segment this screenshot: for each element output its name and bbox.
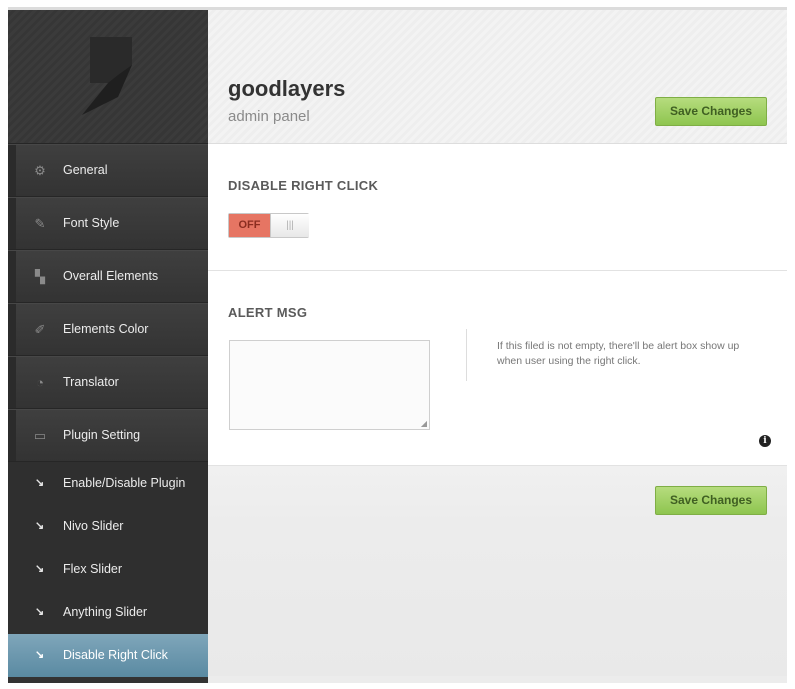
sidebar-item-general[interactable]: ⚙ General [8, 144, 208, 197]
gear-icon: ⚙ [34, 163, 46, 178]
admin-frame: ⚙ General ✎ Font Style ▚ Overall Elements ✐ Ele… [8, 7, 787, 683]
toggle-knob[interactable]: ||| [270, 214, 309, 237]
sidebar-subitem-nivo-slider[interactable]: ↘ Nivo Slider [8, 505, 208, 548]
nav-list: ⚙ General ✎ Font Style ▚ Overall Elements ✐ Ele… [8, 144, 208, 462]
section-title: DISABLE RIGHT CLICK [228, 178, 379, 193]
monitor-icon: ▭ [33, 428, 47, 443]
sidebar-item-overall-elements[interactable]: ▚ Overall Elements [8, 250, 208, 303]
alert-msg-hint: If this filed is not empty, there'll be … [497, 340, 740, 367]
sidebar-item-label: Translator [63, 375, 119, 389]
info-icon[interactable]: i [759, 435, 771, 447]
sidebar-subitem-enable-disable-plugin[interactable]: ↘ Enable/Disable Plugin [8, 462, 208, 505]
goodlayers-logo-icon [82, 37, 132, 115]
logo-area [8, 10, 208, 144]
sidebar-item-font-style[interactable]: ✎ Font Style [8, 197, 208, 250]
alert-msg-section: ALERT MSG ◢ If this filed is not empty, … [208, 271, 787, 466]
sidebar-subitem-disable-right-click[interactable]: ↘ Disable Right Click [8, 634, 208, 677]
save-button-top[interactable]: Save Changes [655, 97, 767, 126]
sidebar-item-label: Plugin Setting [63, 428, 141, 442]
alert-msg-textarea[interactable]: ◢ [229, 340, 430, 430]
disable-right-click-toggle[interactable]: OFF ||| [228, 213, 309, 238]
disable-right-click-section: DISABLE RIGHT CLICK OFF ||| [208, 144, 787, 271]
sidebar-subitem-label: Anything Slider [63, 605, 148, 619]
arrow-down-right-icon: ↘ [35, 563, 45, 575]
arrow-down-right-icon: ↘ [35, 520, 45, 532]
sidebar-item-label: Font Style [63, 216, 120, 230]
sidebar-subitem-label: Disable Right Click [63, 648, 168, 662]
footer: Save Changes [208, 466, 787, 676]
pencil-icon: ✎ [34, 216, 46, 231]
sidebar-subitem-label: Flex Slider [63, 562, 123, 576]
toggle-off-label: OFF [229, 214, 270, 237]
arrow-down-right-icon: ↘ [35, 606, 45, 618]
sidebar-subitem-label: Nivo Slider [63, 519, 124, 533]
save-button-bottom[interactable]: Save Changes [655, 486, 767, 515]
sidebar-item-plugin-setting[interactable]: ▭ Plugin Setting [8, 409, 208, 462]
section-title: ALERT MSG [228, 305, 308, 320]
sidebar-item-label: Elements Color [63, 322, 149, 336]
page-title: goodlayers [228, 76, 346, 101]
arrow-down-right-icon: ↘ [35, 649, 45, 661]
sidebar-subitem-flex-slider[interactable]: ↘ Flex Slider [8, 548, 208, 591]
sidebar-item-translator[interactable]: ◔ Translator [8, 356, 208, 409]
header: goodlayers admin panel Save Changes [208, 10, 787, 144]
sidebar-item-label: Overall Elements [63, 269, 159, 283]
paintbrush-icon: ✐ [34, 322, 46, 337]
sidebar-subitem-label: Enable/Disable Plugin [63, 476, 186, 490]
pacman-icon: ◔ [36, 375, 44, 390]
sidebar-item-elements-color[interactable]: ✐ Elements Color [8, 303, 208, 356]
layout-icon: ▚ [35, 269, 45, 284]
resize-grip-icon[interactable]: ◢ [421, 419, 427, 428]
divider [466, 329, 467, 381]
plugin-sub-list: ↘ Enable/Disable Plugin ↘ Nivo Slider ↘ Flex … [8, 462, 208, 677]
sidebar-subitem-anything-slider[interactable]: ↘ Anything Slider [8, 591, 208, 634]
main-panel: goodlayers admin panel Save Changes DISA… [208, 10, 787, 683]
page-subtitle: admin panel [228, 108, 310, 125]
sidebar-item-label: General [63, 163, 108, 177]
arrow-down-right-icon: ↘ [35, 477, 45, 489]
sidebar: ⚙ General ✎ Font Style ▚ Overall Elements ✐ Ele… [8, 10, 208, 683]
